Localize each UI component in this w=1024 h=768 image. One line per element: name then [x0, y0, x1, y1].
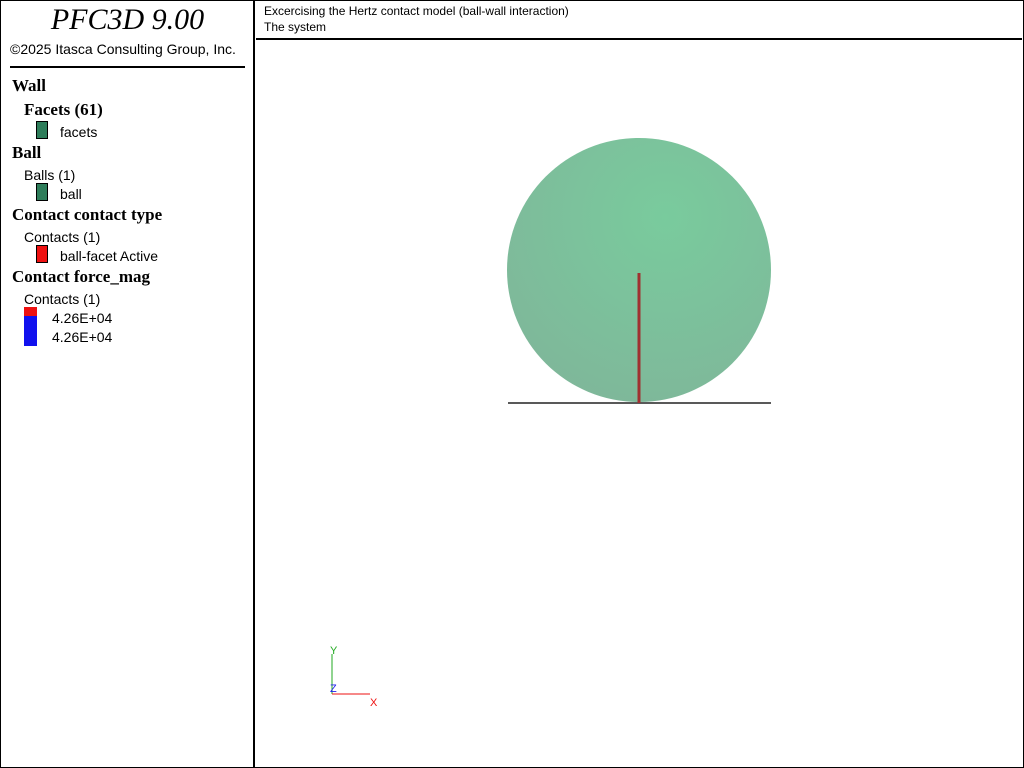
force-min-color-swatch — [24, 316, 37, 346]
force-min-label: 4.26E+04 — [52, 329, 113, 345]
contact-active-label: ball-facet Active — [60, 248, 159, 264]
copyright-text: ©2025 Itasca Consulting Group, Inc. — [10, 41, 236, 57]
plot-title-block: Excercising the Hertz contact model (bal… — [256, 0, 1022, 40]
force-max-label: 4.26E+04 — [52, 310, 113, 326]
app-title: PFC3D 9.00 — [50, 3, 205, 36]
plot-title-line2: The system — [264, 20, 327, 34]
ball-color-swatch — [36, 183, 48, 201]
legend-heading-contact-type: Contact contact type — [12, 205, 163, 224]
z-axis-label: Z — [330, 683, 337, 695]
title-divider — [10, 66, 245, 68]
plot-title-line1: Excercising the Hertz contact model (bal… — [264, 4, 569, 18]
axes-triad: Y X Z — [330, 645, 378, 709]
facets-color-swatch — [36, 121, 48, 139]
force-max-color-swatch — [24, 307, 37, 316]
facets-label: facets — [60, 124, 98, 140]
legend-subheading-contacts-force: Contacts (1) — [24, 291, 101, 307]
legend-subheading-balls: Balls (1) — [24, 167, 76, 183]
legend-subheading-contacts-type: Contacts (1) — [24, 229, 101, 245]
viewport-canvas[interactable]: Y X Z — [258, 42, 1022, 766]
legend-heading-wall: Wall — [12, 76, 47, 95]
legend-panel: PFC3D 9.00 ©2025 Itasca Consulting Group… — [0, 0, 255, 768]
legend-subheading-facets: Facets (61) — [24, 100, 103, 119]
contact-active-swatch — [36, 245, 48, 263]
legend-heading-contact-force: Contact force_mag — [12, 267, 151, 286]
3d-viewport[interactable]: Y X Z — [258, 42, 1022, 766]
legend-heading-ball: Ball — [12, 143, 42, 162]
ball-label: ball — [60, 186, 82, 202]
x-axis-label: X — [370, 697, 378, 709]
y-axis-label: Y — [330, 645, 338, 657]
